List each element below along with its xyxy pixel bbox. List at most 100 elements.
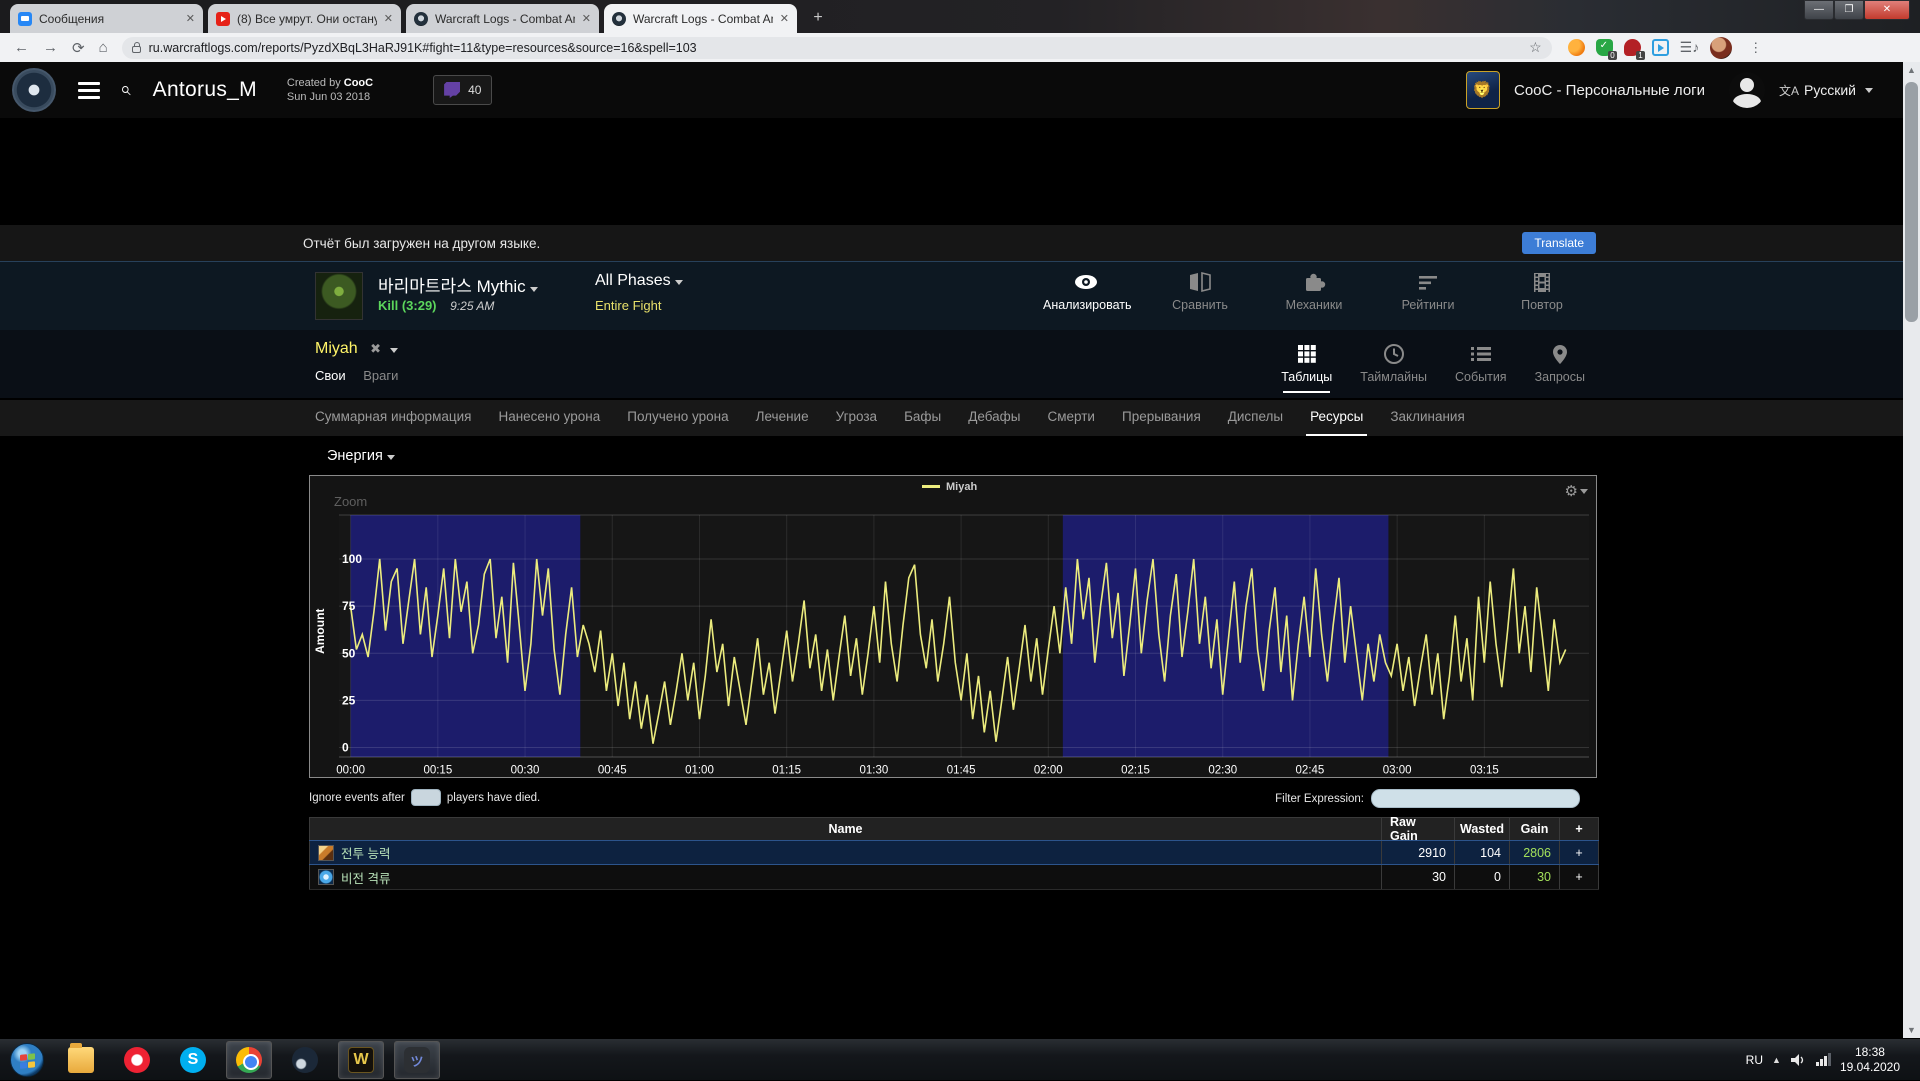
tab-close-icon[interactable]: ✕ xyxy=(186,12,195,25)
analyze-nav-item-4[interactable]: Повтор xyxy=(1499,270,1585,312)
chart-settings[interactable]: ⚙ xyxy=(1565,482,1588,500)
reload-icon[interactable]: ⟳ xyxy=(72,39,85,57)
boss-portrait[interactable] xyxy=(315,272,363,320)
report-title[interactable]: Antorus_M xyxy=(153,78,257,102)
deaths-count-input[interactable] xyxy=(411,789,441,806)
start-button[interactable] xyxy=(10,1043,44,1077)
player-selector[interactable]: Miyah ✖ xyxy=(315,340,398,358)
close-button[interactable]: ✕ xyxy=(1864,0,1910,20)
language-selector[interactable]: 文A Русский xyxy=(1779,82,1873,99)
expand-row-button[interactable]: + xyxy=(1560,865,1599,889)
scroll-up-icon[interactable]: ▲ xyxy=(1903,62,1920,78)
col-raw-gain[interactable]: Raw Gain xyxy=(1382,818,1455,840)
taskbar-opera-icon[interactable] xyxy=(114,1041,160,1079)
phase-selector[interactable]: All Phases xyxy=(595,272,683,290)
back-icon[interactable]: ← xyxy=(14,39,29,56)
view-tab-2[interactable]: События xyxy=(1455,342,1507,393)
subtab-0[interactable]: Суммарная информация xyxy=(315,400,471,436)
view-tab-3[interactable]: Запросы xyxy=(1535,342,1585,393)
page-scrollbar[interactable]: ▲ ▼ xyxy=(1903,62,1920,1038)
tab-close-icon[interactable]: ✕ xyxy=(582,12,591,25)
scroll-down-icon[interactable]: ▼ xyxy=(1903,1022,1920,1038)
hamburger-menu-icon[interactable] xyxy=(78,78,100,103)
table-row-0[interactable]: 전투 능력29101042806+ xyxy=(309,840,1599,865)
subtab-7[interactable]: Смерти xyxy=(1048,400,1095,436)
analyze-nav-item-3[interactable]: Рейтинги xyxy=(1385,270,1471,312)
tab-close-icon[interactable]: ✕ xyxy=(384,12,393,25)
taskbar-explorer-icon[interactable] xyxy=(58,1041,104,1079)
url-text[interactable]: ru.warcraftlogs.com/reports/PyzdXBqL3HaR… xyxy=(149,41,697,55)
adblock-extension-icon[interactable] xyxy=(1596,39,1613,56)
faction-crest-icon[interactable] xyxy=(1466,71,1500,109)
analyze-nav-item-2[interactable]: Механики xyxy=(1271,270,1357,312)
analyze-nav-item-1[interactable]: Сравнить xyxy=(1157,270,1243,312)
browser-tab-3[interactable]: Warcraft Logs - Combat Analysis✕ xyxy=(604,4,797,33)
subtab-10[interactable]: Ресурсы xyxy=(1310,400,1363,436)
browser-tab-1[interactable]: (8) Все умрут. Они останутся. Ко✕ xyxy=(208,4,401,33)
volume-icon[interactable] xyxy=(1790,1053,1806,1067)
subtab-4[interactable]: Угроза xyxy=(836,400,877,436)
subtab-9[interactable]: Диспелы xyxy=(1228,400,1283,436)
svg-text:02:45: 02:45 xyxy=(1296,765,1325,777)
taskbar-skype-icon[interactable]: S xyxy=(170,1041,216,1079)
bookmark-star-icon[interactable]: ☆ xyxy=(1529,39,1542,56)
browser-menu-icon[interactable]: ⋮ xyxy=(1749,40,1762,56)
home-icon[interactable]: ⌂ xyxy=(99,39,108,56)
taskbar-discord-icon[interactable]: ツ xyxy=(394,1041,440,1079)
spell-name[interactable]: 비전 격류 xyxy=(341,868,390,887)
tray-expand-icon[interactable]: ▲ xyxy=(1772,1055,1781,1065)
spell-name[interactable]: 전투 능력 xyxy=(341,843,390,862)
video-extension-icon[interactable] xyxy=(1652,39,1669,56)
resource-chart[interactable]: 025507510000:0000:1500:3000:4501:0001:15… xyxy=(309,475,1597,778)
boss-selector[interactable]: 바리마트라스 Mythic xyxy=(378,272,538,297)
user-avatar[interactable] xyxy=(1729,72,1765,108)
expand-row-button[interactable]: + xyxy=(1560,841,1599,864)
translate-button[interactable]: Translate xyxy=(1522,232,1596,254)
col-plus[interactable]: + xyxy=(1560,818,1599,840)
minimize-button[interactable]: — xyxy=(1804,0,1834,20)
resource-dropdown[interactable]: Энергия xyxy=(327,448,395,464)
subtab-8[interactable]: Прерывания xyxy=(1122,400,1201,436)
user-menu[interactable]: CooC - Персональные логи xyxy=(1514,82,1705,99)
subtab-5[interactable]: Бафы xyxy=(904,400,941,436)
subtab-6[interactable]: Дебафы xyxy=(968,400,1020,436)
friendlies-toggle[interactable]: Свои xyxy=(315,368,346,383)
twitch-badge[interactable]: 40 xyxy=(433,75,492,105)
new-tab-button[interactable]: + xyxy=(806,8,830,30)
address-bar[interactable]: ru.warcraftlogs.com/reports/PyzdXBqL3HaR… xyxy=(122,37,1552,59)
col-name[interactable]: Name xyxy=(309,818,1382,840)
browser-tab-2[interactable]: Warcraft Logs - Combat Analysis✕ xyxy=(406,4,599,33)
keyboard-language[interactable]: RU xyxy=(1746,1053,1763,1067)
table-row-1[interactable]: 비전 격류30030+ xyxy=(309,865,1599,890)
col-wasted[interactable]: Wasted xyxy=(1455,818,1510,840)
remove-player-icon[interactable]: ✖ xyxy=(370,341,381,356)
view-tab-0[interactable]: Таблицы xyxy=(1281,342,1332,393)
extension-icon[interactable] xyxy=(1624,39,1641,56)
taskbar-wow-icon[interactable]: W xyxy=(338,1041,384,1079)
forward-icon[interactable]: → xyxy=(43,39,58,56)
password-extension-icon[interactable] xyxy=(1568,39,1585,56)
restore-button[interactable]: ❐ xyxy=(1834,0,1864,20)
view-tab-1[interactable]: Таймлайны xyxy=(1360,342,1427,393)
tab-close-icon[interactable]: ✕ xyxy=(780,12,789,25)
subtab-2[interactable]: Получено урона xyxy=(627,400,728,436)
taskbar-clock[interactable]: 18:38 19.04.2020 xyxy=(1840,1045,1914,1075)
chart-canvas[interactable]: 025507510000:0000:1500:3000:4501:0001:15… xyxy=(310,476,1596,777)
search-icon[interactable]: ⌕ xyxy=(120,79,131,101)
enemies-toggle[interactable]: Враги xyxy=(363,368,398,383)
twitch-icon xyxy=(444,82,460,98)
browser-tab-0[interactable]: Сообщения✕ xyxy=(10,4,203,33)
scrollbar-thumb[interactable] xyxy=(1905,82,1918,322)
network-icon[interactable] xyxy=(1815,1053,1831,1067)
subtab-1[interactable]: Нанесено урона xyxy=(498,400,600,436)
browser-profile-avatar[interactable] xyxy=(1710,37,1732,59)
subtab-3[interactable]: Лечение xyxy=(756,400,809,436)
subtab-11[interactable]: Заклинания xyxy=(1390,400,1464,436)
playlist-icon[interactable]: ☰♪ xyxy=(1680,39,1700,56)
taskbar-steam-icon[interactable] xyxy=(282,1041,328,1079)
warcraftlogs-logo-icon[interactable] xyxy=(12,68,56,112)
analyze-nav-item-0[interactable]: Анализировать xyxy=(1043,270,1129,312)
col-gain[interactable]: Gain xyxy=(1510,818,1560,840)
taskbar-chrome-icon[interactable] xyxy=(226,1041,272,1079)
filter-expression-input[interactable] xyxy=(1371,789,1580,808)
